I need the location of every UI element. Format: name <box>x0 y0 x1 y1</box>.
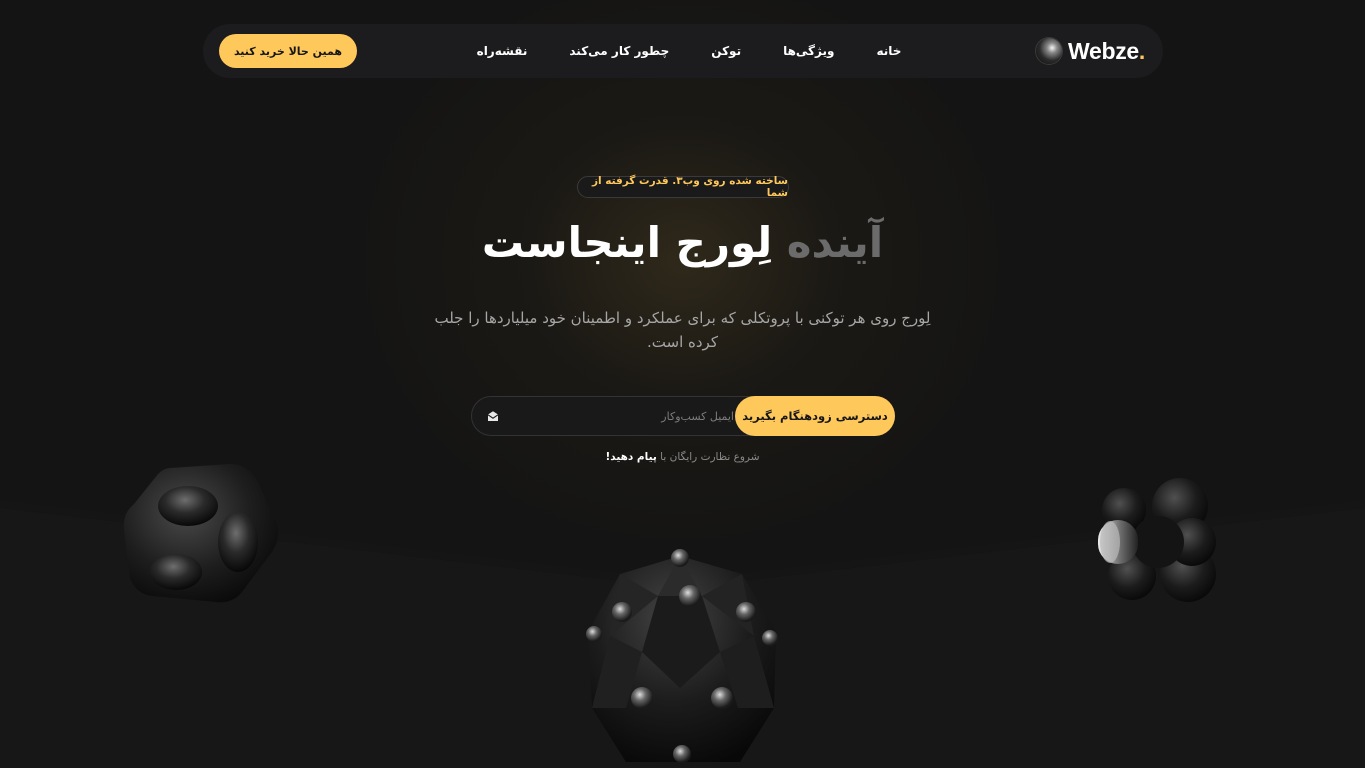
buy-now-button[interactable]: همین حالا خرید کنید <box>219 34 357 68</box>
nav-link-features[interactable]: ویژگی‌ها <box>783 44 834 58</box>
nav-link-home[interactable]: خانه <box>876 44 901 58</box>
hero-subtitle: لِورج روی هر توکنی با پروتکلی که برای عم… <box>434 309 931 351</box>
hint-label: شروع نظارت رایگان با <box>660 451 760 463</box>
nav-link-token[interactable]: توکن <box>711 44 741 58</box>
cross-knot-3d-object <box>1098 478 1216 602</box>
hero-title: آینده لِورج اینجاست <box>380 210 985 276</box>
hint-text: شروع نظارت رایگان با پیام دهید! <box>560 451 805 463</box>
hero-title-bright: لِورج اینجاست <box>481 218 773 267</box>
email-input[interactable] <box>508 397 734 435</box>
early-access-button[interactable]: دسترسی زودهنگام بگیرید <box>735 396 895 436</box>
nav-link-roadmap[interactable]: نقشه‌راه <box>477 44 528 58</box>
hero-title-dim: آینده <box>786 218 884 267</box>
envelope-icon <box>487 411 499 421</box>
spiked-sphere-3d-object <box>586 549 778 763</box>
hero-badge: ساخته شده روی وب۳. قدرت گرفته از شما <box>577 175 789 199</box>
top-navigation-bar: Webze. خانه ویژگی‌ها توکن چطور کار می‌کن… <box>203 24 1163 78</box>
nav-link-how-it-works[interactable]: چطور کار می‌کند <box>569 44 669 58</box>
early-access-form: دسترسی زودهنگام بگیرید <box>471 396 895 436</box>
message-us-link[interactable]: پیام دهید! <box>605 451 656 463</box>
cube-3d-object <box>123 464 279 603</box>
